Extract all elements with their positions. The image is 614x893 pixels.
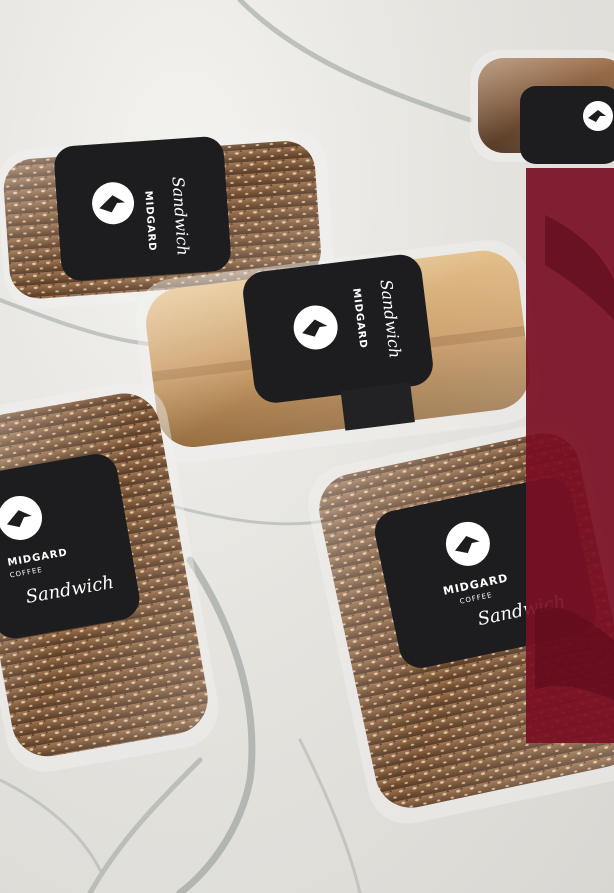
label-band: [54, 136, 231, 281]
product-photo: MIDGARD Sandwich MIDGARD Sandwich MIDGAR…: [0, 0, 614, 893]
crimson-panel: [526, 168, 614, 743]
sandwich-top-right: [470, 50, 614, 164]
photo-illustration: MIDGARD Sandwich MIDGARD Sandwich MIDGAR…: [0, 0, 614, 893]
label-band: [243, 254, 433, 403]
